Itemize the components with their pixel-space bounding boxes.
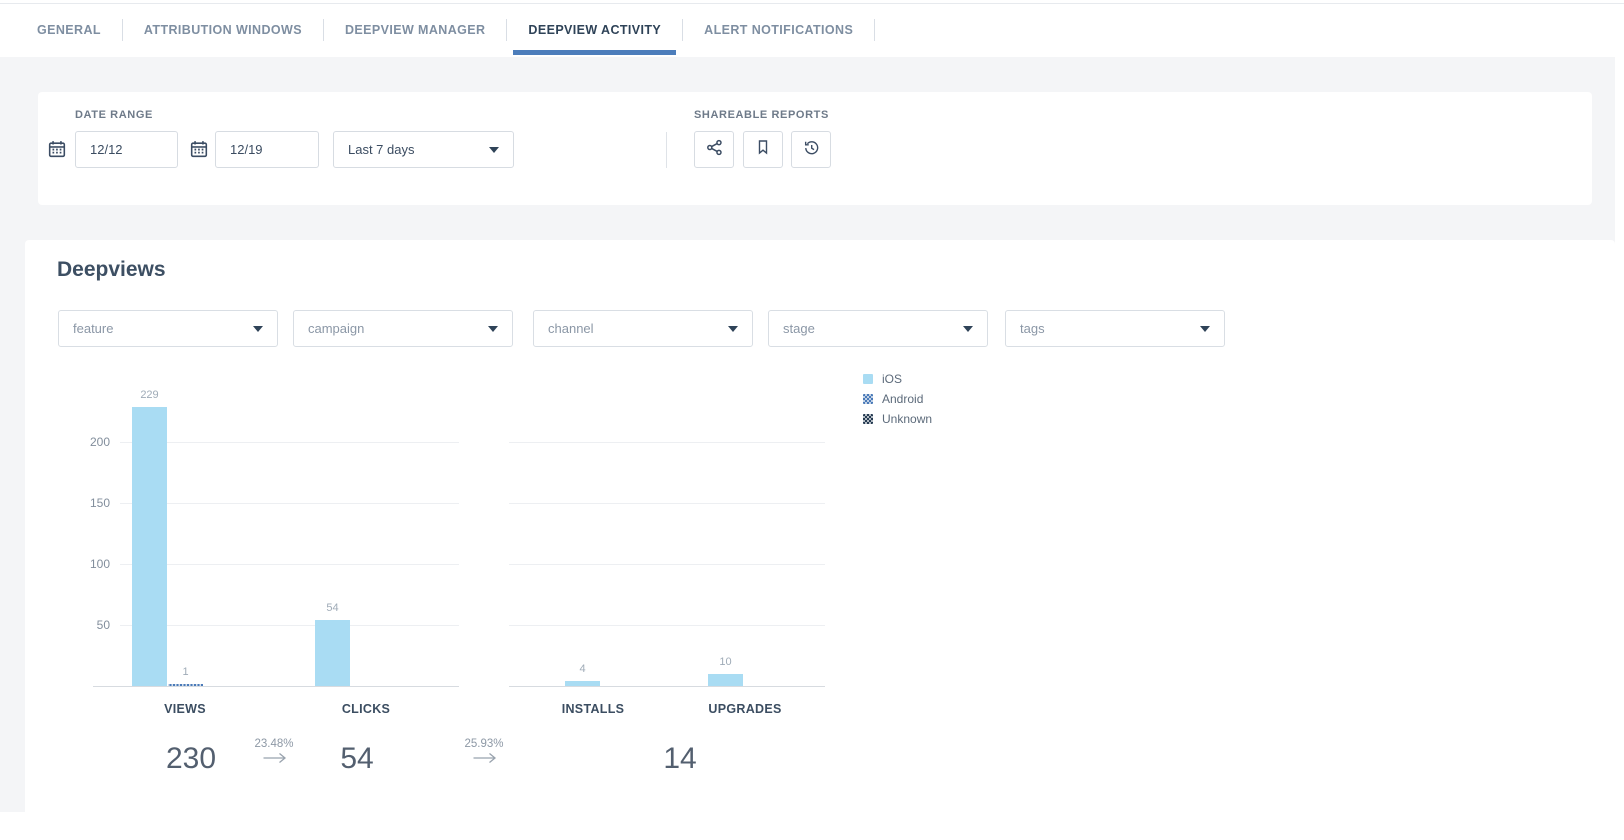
tab-general[interactable]: GENERAL — [16, 4, 122, 56]
legend-item-android: Android — [863, 392, 923, 406]
bar-value-label: 229 — [129, 389, 170, 401]
gridline — [120, 503, 459, 504]
y-axis-tick: 50 — [55, 618, 110, 632]
funnel-total: 54 — [340, 742, 373, 776]
share-report-button[interactable] — [694, 131, 734, 168]
bar-views-ios — [132, 407, 167, 686]
category-label-upgrades: UPGRADES — [708, 702, 781, 716]
page-background: DATE RANGE Last 7 days SHAREABLE REPORTS — [0, 57, 1615, 812]
y-axis-tick: 200 — [55, 435, 110, 449]
chevron-down-icon — [488, 326, 498, 332]
bar-clicks-ios — [315, 620, 350, 686]
legend-label: Unknown — [882, 412, 932, 426]
filter-label: channel — [548, 321, 594, 336]
chevron-down-icon — [728, 326, 738, 332]
legend-item-ios: iOS — [863, 372, 902, 386]
gridline — [120, 442, 459, 443]
settings-tab-bar: GENERAL ATTRIBUTION WINDOWS DEEPVIEW MAN… — [0, 4, 1624, 56]
chevron-down-icon — [963, 326, 973, 332]
y-axis-tick: 100 — [55, 557, 110, 571]
tab-divider — [874, 19, 875, 41]
report-history-button[interactable] — [791, 131, 831, 168]
conversion-percent: 23.48% — [254, 738, 293, 750]
deepviews-card: Deepviews feature campaign channel stage… — [25, 240, 1615, 840]
x-axis-line — [509, 686, 825, 687]
bar-value-label: 54 — [312, 602, 353, 614]
tab-deepview-activity[interactable]: DEEPVIEW ACTIVITY — [507, 4, 682, 56]
funnel-total: 14 — [663, 742, 696, 776]
chevron-down-icon — [253, 326, 263, 332]
share-icon — [706, 139, 723, 161]
bar-views-android — [168, 684, 203, 686]
bar-installs-ios — [565, 681, 600, 686]
filter-tags[interactable]: tags — [1005, 310, 1225, 347]
bookmark-icon — [755, 139, 771, 160]
card-title: Deepviews — [57, 258, 166, 282]
funnel-total: 230 — [166, 742, 216, 776]
date-preset-dropdown[interactable]: Last 7 days — [333, 131, 514, 168]
legend-swatch — [863, 394, 873, 404]
funnel-conversion: 25.93% — [464, 738, 503, 765]
end-date-input[interactable] — [215, 131, 319, 168]
start-date-input[interactable] — [75, 131, 178, 168]
legend-swatch — [863, 414, 873, 424]
conversion-percent: 25.93% — [464, 738, 503, 750]
save-report-button[interactable] — [743, 131, 783, 168]
calendar-icon[interactable] — [48, 140, 66, 158]
gridline — [509, 625, 825, 626]
chevron-down-icon — [489, 147, 499, 153]
chevron-down-icon — [1200, 326, 1210, 332]
legend-item-unknown: Unknown — [863, 412, 932, 426]
filter-label: tags — [1020, 321, 1045, 336]
x-axis-line — [93, 686, 459, 687]
gridline — [120, 625, 459, 626]
shareable-reports-label: SHAREABLE REPORTS — [694, 109, 829, 121]
y-axis-tick: 150 — [55, 496, 110, 510]
gridline — [120, 564, 459, 565]
date-range-label: DATE RANGE — [75, 109, 153, 121]
legend-label: Android — [882, 392, 923, 406]
gridline — [509, 503, 825, 504]
history-icon — [803, 139, 820, 161]
arrow-right-icon — [471, 751, 497, 765]
tab-attribution-windows[interactable]: ATTRIBUTION WINDOWS — [123, 4, 323, 56]
bar-chart: 50 100 150 200 229 1 VIEWS 54 CLICKS 4 INSTALLS 10 U… — [25, 370, 1615, 810]
filter-feature[interactable]: feature — [58, 310, 278, 347]
date-range-panel: DATE RANGE Last 7 days SHAREABLE REPORTS — [38, 92, 1592, 205]
gridline — [509, 564, 825, 565]
filter-label: campaign — [308, 321, 364, 336]
bar-value-label: 1 — [165, 666, 206, 678]
category-label-clicks: CLICKS — [342, 702, 390, 716]
filter-campaign[interactable]: campaign — [293, 310, 513, 347]
bar-upgrades-ios — [708, 674, 743, 686]
tab-deepview-manager[interactable]: DEEPVIEW MANAGER — [324, 4, 506, 56]
legend-label: iOS — [882, 372, 902, 386]
filter-label: feature — [73, 321, 113, 336]
category-label-views: VIEWS — [164, 702, 206, 716]
legend-swatch — [863, 374, 873, 384]
arrow-right-icon — [261, 751, 287, 765]
gridline — [509, 442, 825, 443]
tab-alert-notifications[interactable]: ALERT NOTIFICATIONS — [683, 4, 874, 56]
filter-stage[interactable]: stage — [768, 310, 988, 347]
bar-value-label: 10 — [705, 656, 746, 668]
filter-channel[interactable]: channel — [533, 310, 753, 347]
divider — [666, 132, 667, 168]
date-preset-value: Last 7 days — [348, 142, 415, 157]
funnel-conversion: 23.48% — [254, 738, 293, 765]
category-label-installs: INSTALLS — [562, 702, 625, 716]
bar-value-label: 4 — [562, 663, 603, 675]
calendar-icon[interactable] — [190, 140, 208, 158]
filter-label: stage — [783, 321, 815, 336]
